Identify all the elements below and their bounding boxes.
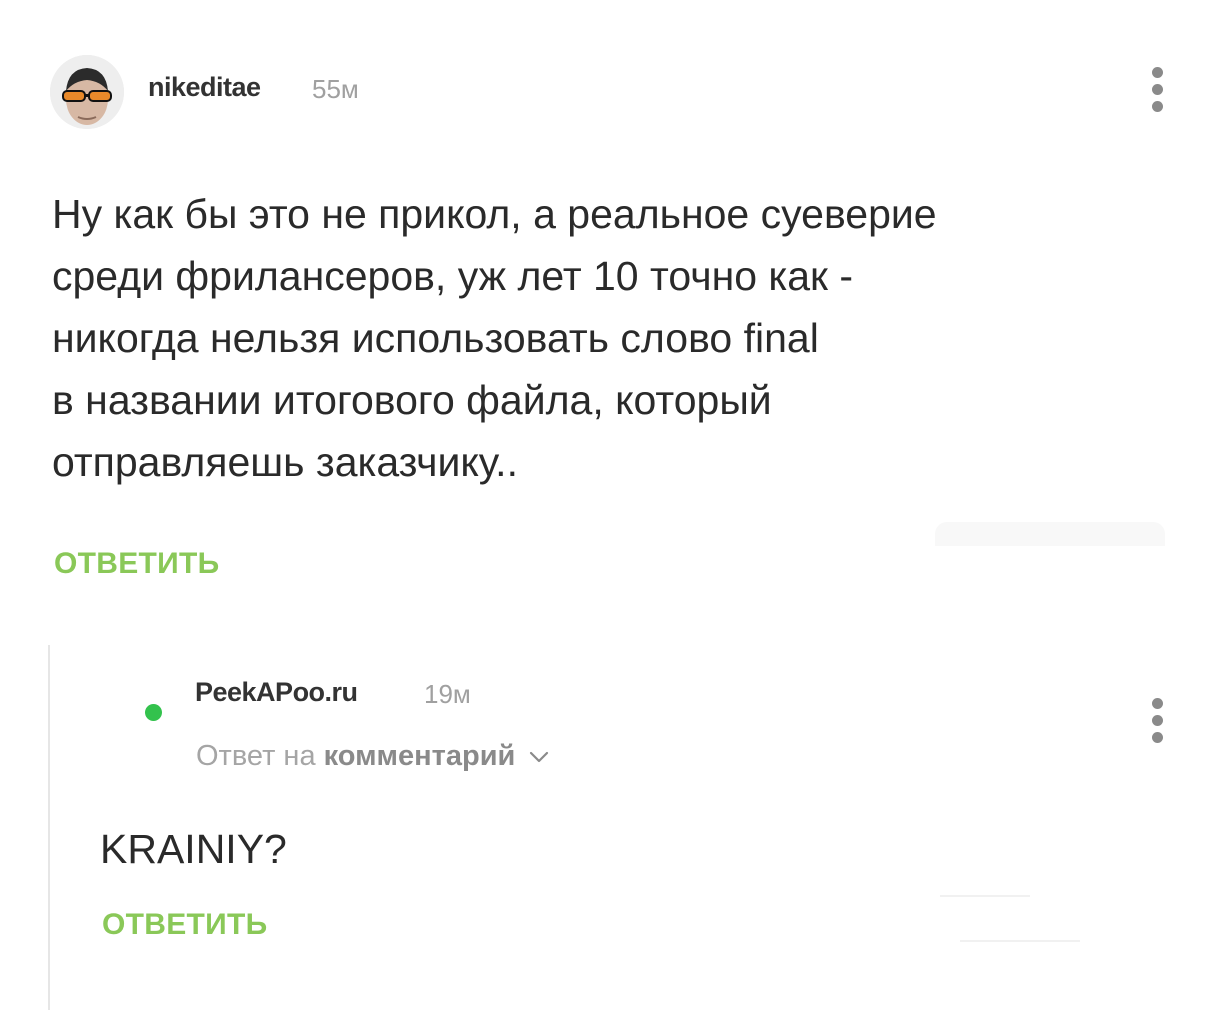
comment-author[interactable]: nikeditae [148,72,261,103]
comment-body-line: никогда нельзя использовать слово final [52,315,819,361]
reply-time: 19м [424,679,471,709]
reply-author[interactable]: PeekAPoo.ru [195,677,358,708]
more-vertical-icon[interactable] [1149,698,1165,743]
more-vertical-icon[interactable] [1149,67,1165,112]
avatar-image [50,55,124,129]
reply-to-link[interactable]: Ответ на комментарий [196,740,549,773]
comment-body: Ну как бы это не прикол, а реальное суев… [52,183,1152,493]
reply-to-target[interactable]: комментарий [324,740,516,772]
chevron-down-icon[interactable] [529,750,549,764]
comment-body-line: среди фрилансеров, уж лет 10 точно как - [52,253,854,299]
online-indicator-icon [145,704,162,721]
comment-body-line: Ну как бы это не прикол, а реальное суев… [52,191,937,237]
reply-to-prefix: Ответ на [196,740,316,772]
faint-artifact [960,940,1080,942]
faint-artifact [935,522,1165,546]
reply-button[interactable]: ОТВЕТИТЬ [102,908,268,942]
comment-time: 55м [312,74,359,104]
reply-body: KRAINIY? [100,826,287,872]
comment-body-line: в названии итогового файла, который [52,377,772,423]
comment-body-line: отправляешь заказчику.. [52,439,518,485]
faint-artifact [940,895,1030,897]
thread-line[interactable] [48,645,50,1010]
avatar[interactable] [50,55,124,129]
reply-button[interactable]: ОТВЕТИТЬ [54,547,220,581]
